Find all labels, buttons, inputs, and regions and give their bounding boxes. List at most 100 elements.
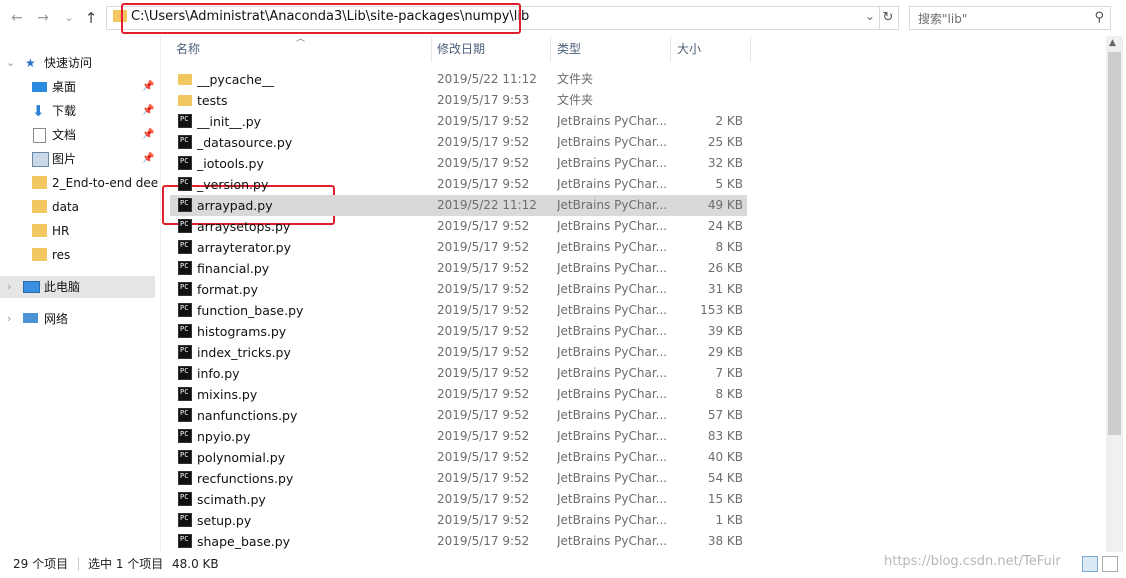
large-icons-view-icon[interactable] bbox=[1102, 556, 1118, 572]
pycharm-file-icon: PC bbox=[178, 240, 192, 254]
search-icon[interactable]: ⚲ bbox=[1094, 10, 1104, 25]
chevron-right-icon[interactable]: › bbox=[7, 308, 11, 330]
file-date: 2019/5/17 9:52 bbox=[437, 366, 530, 380]
file-type: JetBrains PyChar... bbox=[557, 261, 667, 275]
sidebar-label: 下载 bbox=[52, 104, 77, 118]
column-divider[interactable] bbox=[431, 37, 432, 62]
forward-arrow-icon[interactable]: → bbox=[34, 9, 52, 27]
file-row[interactable]: __pycache__ 2019/5/22 11:12 文件夹 bbox=[170, 69, 747, 90]
scrollbar-thumb[interactable] bbox=[1108, 52, 1121, 435]
refresh-button[interactable]: ↻ bbox=[878, 6, 899, 30]
recent-locations-chevron-icon[interactable]: ⌄ bbox=[60, 9, 78, 27]
file-type: JetBrains PyChar... bbox=[557, 177, 667, 191]
sidebar-label: 2_End-to-end dee bbox=[52, 176, 159, 190]
sidebar-item-hr[interactable]: HR bbox=[0, 220, 158, 242]
file-date: 2019/5/17 9:52 bbox=[437, 303, 530, 317]
file-row[interactable]: PC scimath.py 2019/5/17 9:52 JetBrains PyCh… bbox=[170, 489, 747, 510]
file-row[interactable]: PC info.py 2019/5/17 9:52 JetBrains PyChar.… bbox=[170, 363, 747, 384]
pycharm-file-icon: PC bbox=[178, 261, 192, 275]
file-row[interactable]: PC arrayterator.py 2019/5/17 9:52 JetBrains… bbox=[170, 237, 747, 258]
file-type: JetBrains PyChar... bbox=[557, 198, 667, 212]
file-size: 38 KB bbox=[707, 534, 743, 548]
file-name: info.py bbox=[197, 366, 240, 381]
file-row[interactable]: PC financial.py 2019/5/17 9:52 JetBrains Py… bbox=[170, 258, 747, 279]
file-row[interactable]: PC recfunctions.py 2019/5/17 9:52 JetBrains… bbox=[170, 468, 747, 489]
document-icon bbox=[33, 128, 46, 143]
file-row[interactable]: PC histograms.py 2019/5/17 9:52 JetBrains P… bbox=[170, 321, 747, 342]
file-row[interactable]: PC _datasource.py 2019/5/17 9:52 JetBrains … bbox=[170, 132, 747, 153]
file-type: JetBrains PyChar... bbox=[557, 156, 667, 170]
file-size: 25 KB bbox=[707, 135, 743, 149]
file-name: recfunctions.py bbox=[197, 471, 294, 486]
computer-icon bbox=[23, 281, 40, 293]
pycharm-file-icon: PC bbox=[178, 156, 192, 170]
file-row[interactable]: PC mixins.py 2019/5/17 9:52 JetBrains PyCha… bbox=[170, 384, 747, 405]
file-date: 2019/5/17 9:52 bbox=[437, 177, 530, 191]
download-icon: ⬇ bbox=[32, 102, 45, 120]
picture-icon bbox=[32, 152, 49, 167]
sidebar-item-res[interactable]: res bbox=[0, 244, 158, 266]
file-row[interactable]: PC __init__.py 2019/5/17 9:52 JetBrains PyC… bbox=[170, 111, 747, 132]
file-row[interactable]: PC arraysetops.py 2019/5/17 9:52 JetBrains … bbox=[170, 216, 747, 237]
file-type: JetBrains PyChar... bbox=[557, 429, 667, 443]
file-row[interactable]: PC shape_base.py 2019/5/17 9:52 JetBrains P… bbox=[170, 531, 747, 552]
file-row[interactable]: PC index_tricks.py 2019/5/17 9:52 JetBrains… bbox=[170, 342, 747, 363]
file-row[interactable]: PC polynomial.py 2019/5/17 9:52 JetBrains P… bbox=[170, 447, 747, 468]
pycharm-file-icon: PC bbox=[178, 408, 192, 422]
file-row[interactable]: PC arraypad.py 2019/5/22 11:12 JetBrains Py… bbox=[170, 195, 747, 216]
file-size: 8 KB bbox=[715, 240, 743, 254]
chevron-down-icon[interactable]: ⌄ bbox=[865, 9, 875, 23]
file-row[interactable]: PC npyio.py 2019/5/17 9:52 JetBrains PyChar… bbox=[170, 426, 747, 447]
column-header-type[interactable]: 类型 bbox=[557, 37, 581, 62]
file-row[interactable]: PC function_base.py 2019/5/17 9:52 JetBrain… bbox=[170, 300, 747, 321]
sidebar-label: 图片 bbox=[52, 152, 77, 166]
file-name: polynomial.py bbox=[197, 450, 286, 465]
back-arrow-icon[interactable]: ← bbox=[8, 9, 26, 27]
pycharm-file-icon: PC bbox=[178, 282, 192, 296]
chevron-right-icon[interactable]: › bbox=[7, 276, 11, 298]
pin-icon: 📌 bbox=[142, 129, 155, 140]
file-type: JetBrains PyChar... bbox=[557, 513, 667, 527]
sidebar-item-folder[interactable]: 2_End-to-end dee bbox=[0, 172, 158, 194]
sidebar-item-data[interactable]: data bbox=[0, 196, 158, 218]
file-row[interactable]: tests 2019/5/17 9:53 文件夹 bbox=[170, 90, 747, 111]
column-header-size[interactable]: 大小 bbox=[677, 37, 701, 62]
file-type: JetBrains PyChar... bbox=[557, 240, 667, 254]
sidebar-item-downloads[interactable]: ⬇ 下载 📌 bbox=[0, 100, 158, 122]
file-row[interactable]: PC _iotools.py 2019/5/17 9:52 JetBrains PyC… bbox=[170, 153, 747, 174]
sidebar-label: data bbox=[52, 200, 80, 214]
column-header-name[interactable]: 名称 bbox=[176, 37, 200, 62]
folder-icon bbox=[32, 248, 47, 261]
file-row[interactable]: PC format.py 2019/5/17 9:52 JetBrains PyCha… bbox=[170, 279, 747, 300]
file-row[interactable]: PC _version.py 2019/5/17 9:52 JetBrains PyC… bbox=[170, 174, 747, 195]
sidebar-item-documents[interactable]: 文档 📌 bbox=[0, 124, 158, 146]
search-box[interactable]: 搜索"lib" ⚲ bbox=[909, 6, 1111, 30]
file-size: 54 KB bbox=[707, 471, 743, 485]
selection-size: 48.0 KB bbox=[172, 557, 219, 571]
sidebar-quick-access[interactable]: ⌄ ★ 快速访问 bbox=[0, 52, 158, 74]
file-type: 文件夹 bbox=[557, 72, 594, 86]
network-icon bbox=[23, 313, 38, 323]
column-header-date[interactable]: 修改日期 bbox=[437, 37, 485, 62]
pycharm-file-icon: PC bbox=[178, 345, 192, 359]
chevron-down-icon[interactable]: ⌄ bbox=[6, 52, 15, 74]
sidebar-item-network[interactable]: › 网络 bbox=[0, 308, 158, 330]
file-size: 5 KB bbox=[715, 177, 743, 191]
column-divider[interactable] bbox=[750, 37, 751, 62]
column-divider[interactable] bbox=[670, 37, 671, 62]
pane-divider[interactable] bbox=[160, 36, 161, 552]
file-type: JetBrains PyChar... bbox=[557, 408, 667, 422]
sidebar-item-this-pc[interactable]: › 此电脑 bbox=[0, 276, 155, 298]
file-date: 2019/5/17 9:53 bbox=[437, 93, 530, 107]
pycharm-file-icon: PC bbox=[178, 534, 192, 548]
details-view-icon[interactable] bbox=[1082, 556, 1098, 572]
sidebar-item-desktop[interactable]: 桌面 📌 bbox=[0, 76, 158, 98]
up-arrow-icon[interactable]: ↑ bbox=[82, 9, 100, 27]
sidebar-item-pictures[interactable]: 图片 📌 bbox=[0, 148, 158, 170]
file-row[interactable]: PC nanfunctions.py 2019/5/17 9:52 JetBrains… bbox=[170, 405, 747, 426]
column-divider[interactable] bbox=[550, 37, 551, 62]
scroll-up-arrow-icon[interactable]: ▲ bbox=[1109, 38, 1116, 48]
pycharm-file-icon: PC bbox=[178, 492, 192, 506]
file-row[interactable]: PC setup.py 2019/5/17 9:52 JetBrains PyChar… bbox=[170, 510, 747, 531]
pycharm-file-icon: PC bbox=[178, 366, 192, 380]
